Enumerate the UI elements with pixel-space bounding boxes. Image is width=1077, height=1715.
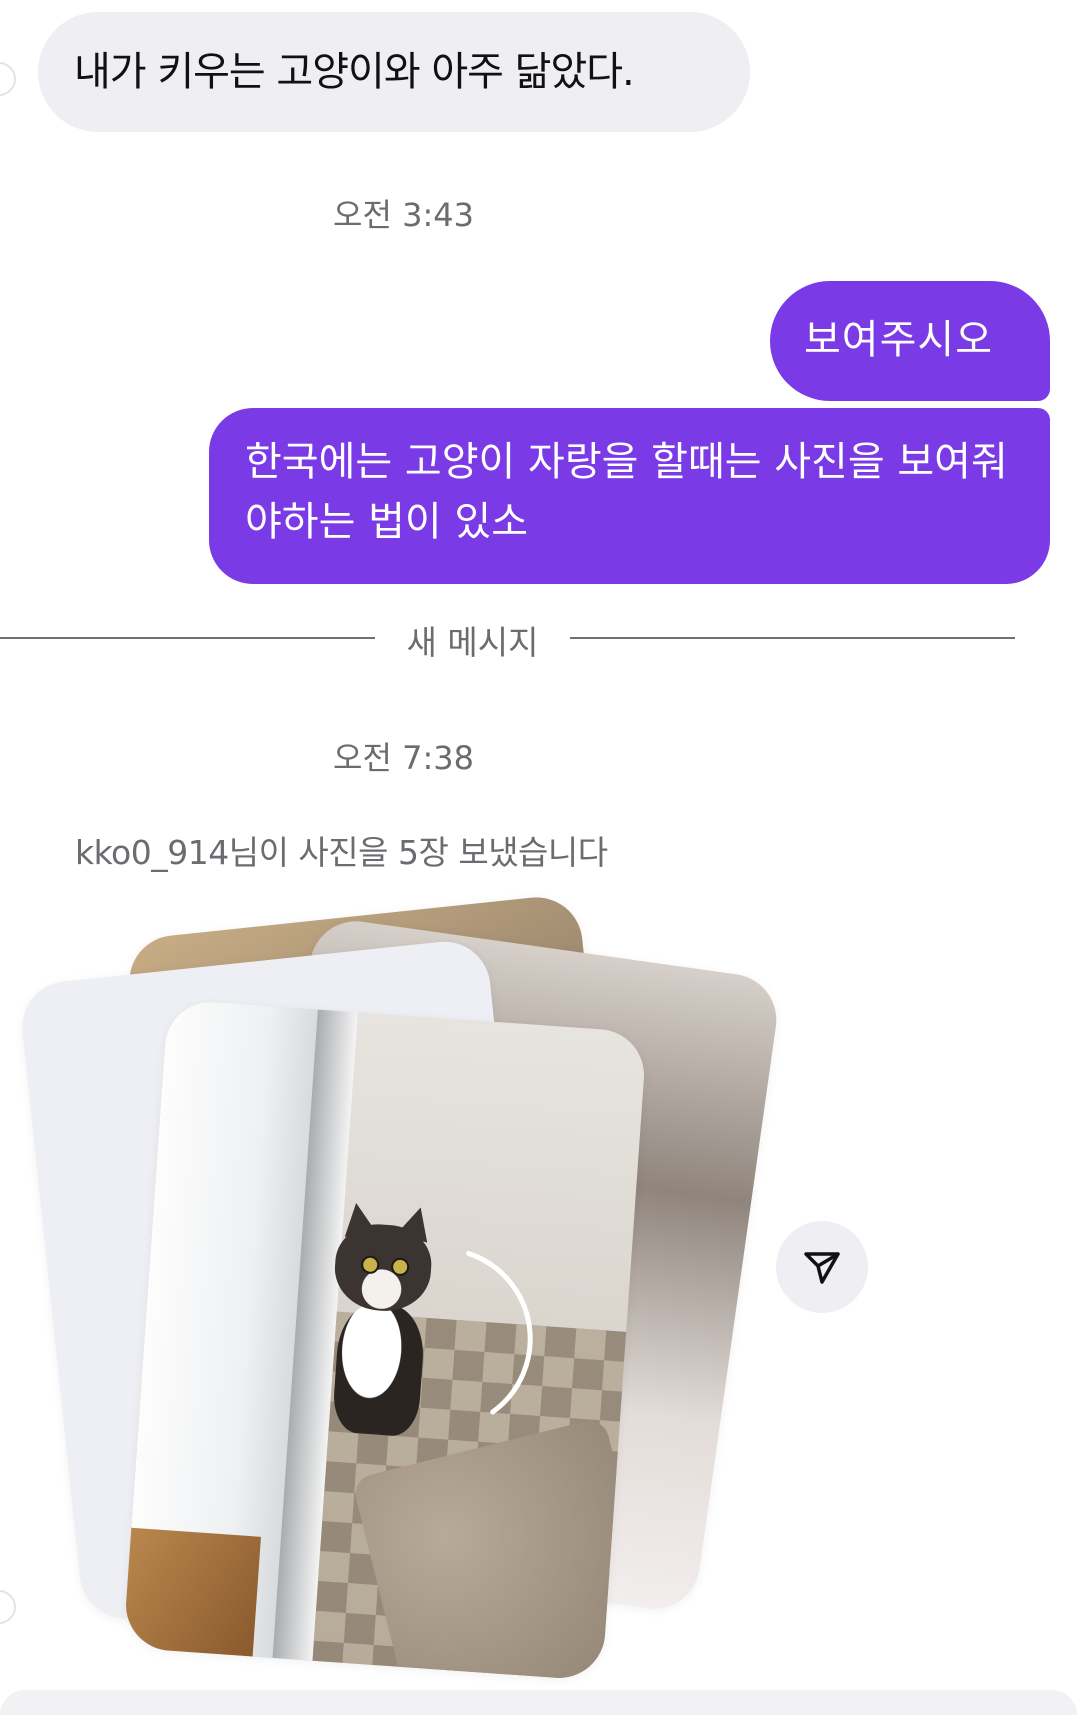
photo-thumbnail-cat[interactable]: [122, 999, 648, 1681]
outgoing-message-bubble[interactable]: 보여주시오: [770, 281, 1050, 401]
new-messages-divider-label: 새 메시지: [406, 623, 539, 662]
new-messages-divider-line: [570, 637, 1015, 639]
composer-bar-edge: [0, 1690, 1077, 1715]
message-timestamp: 오전 7:38: [333, 739, 474, 777]
incoming-message-bubble[interactable]: 내가 키우는 고양이와 아주 닮았다.: [38, 12, 750, 132]
new-messages-divider-line: [0, 637, 375, 639]
upload-progress-arc: [466, 1250, 533, 1415]
photo-stack[interactable]: [0, 890, 900, 1690]
outgoing-message-bubble[interactable]: 한국에는 고양이 자랑을 할때는 사진을 보여줘야하는 법이 있소: [209, 408, 1050, 584]
share-button[interactable]: [776, 1221, 868, 1313]
send-icon: [804, 1252, 840, 1284]
photo-scene-wood: [122, 1527, 261, 1657]
photo-sent-caption: kko0_914님이 사진을 5장 보냈습니다: [75, 833, 608, 872]
sender-avatar-edge[interactable]: [0, 62, 16, 96]
message-timestamp: 오전 3:43: [333, 196, 474, 234]
